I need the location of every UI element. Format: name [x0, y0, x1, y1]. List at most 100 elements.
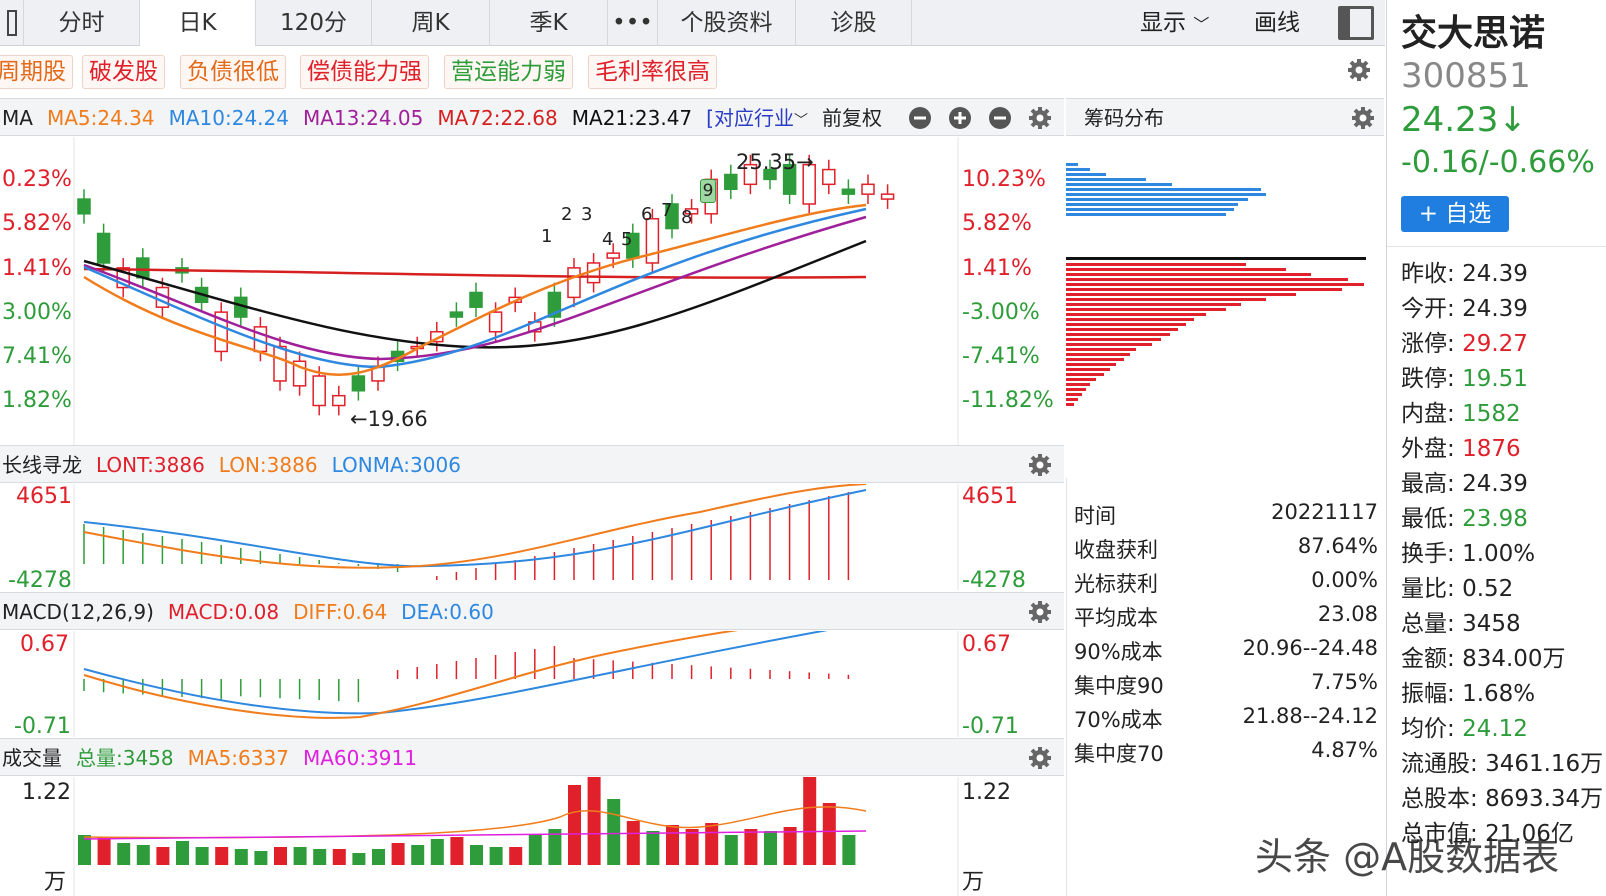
quote-value: 0.52	[1462, 576, 1514, 602]
quote-label: 涨停:	[1401, 331, 1463, 357]
candle-body	[77, 198, 91, 215]
adjust-dropdown[interactable]: 前复权	[822, 106, 882, 130]
high-price-label: 25.35→	[736, 150, 814, 174]
add-watchlist-button[interactable]: + 自选	[1401, 196, 1509, 232]
gear-icon[interactable]	[1028, 453, 1052, 477]
chip-stat-row: 集中度70 4.87%	[1074, 738, 1378, 766]
tag-below-ipo[interactable]: 破发股	[82, 55, 165, 89]
quote-label: 昨收:	[1401, 261, 1463, 287]
candle-body	[645, 217, 660, 264]
minus-circle-icon[interactable]	[908, 106, 932, 134]
candle-body	[567, 267, 581, 299]
sequence-label: 6	[641, 204, 653, 225]
stock-code: 300851	[1401, 56, 1531, 96]
quote-label: 今开:	[1401, 296, 1463, 322]
quote-row: 振幅: 1.68%	[1401, 674, 1535, 708]
candle-body	[488, 311, 503, 333]
lon-indicator-chart[interactable]	[0, 484, 1064, 590]
volume-bar	[822, 803, 836, 865]
tab-120min[interactable]: 120分	[256, 0, 372, 46]
volume-bar	[489, 847, 503, 865]
chip-distribution-chart	[1066, 163, 1366, 406]
tag-strong-solvency[interactable]: 偿债能力强	[300, 55, 429, 89]
volume-chart[interactable]	[0, 777, 1064, 896]
volume-bar	[313, 849, 327, 865]
candle-body	[724, 173, 738, 190]
display-label: 显示	[1140, 10, 1186, 36]
lon-axis-bottom: -4278	[962, 568, 1026, 593]
tab-quarterly-k[interactable]: 季K	[490, 0, 608, 46]
tag-low-debt[interactable]: 负债很低	[180, 55, 286, 89]
macd-chart[interactable]	[0, 631, 1064, 737]
tag-high-margin[interactable]: 毛利率很高	[588, 55, 717, 89]
gear-icon[interactable]	[1028, 600, 1052, 624]
chip-bar	[1066, 338, 1161, 341]
dea-line	[83, 631, 828, 715]
chip-bar	[1066, 373, 1104, 376]
lon-header: 长线寻龙 LONT:3886 LON:3886 LONMA:3006	[0, 445, 1064, 483]
chip-bar	[1066, 398, 1078, 401]
quote-value: 8693.34万	[1485, 786, 1604, 812]
chip-bar	[1066, 333, 1170, 336]
left-axis-tick: 3.00%	[2, 300, 72, 325]
quote-label: 量比:	[1401, 576, 1463, 602]
tab-daily-k[interactable]: 日K	[140, 0, 256, 46]
quote-row: 外盘: 1876	[1401, 429, 1521, 463]
sequence-label: 8	[681, 207, 693, 228]
chip-stat-row: 平均成本 23.08	[1074, 602, 1378, 630]
display-dropdown[interactable]: 显示 ﹀	[1140, 0, 1209, 46]
macd-value: MACD:0.08	[167, 600, 280, 624]
gear-icon[interactable]	[1351, 106, 1375, 130]
volume-bar	[430, 839, 444, 865]
quote-value: 24.39	[1462, 261, 1528, 287]
chip-bar	[1066, 303, 1241, 306]
tab-diagnosis[interactable]: 诊股	[796, 0, 912, 46]
tab-stock-profile[interactable]: 个股资料	[658, 0, 796, 46]
ma-label: MA	[2, 106, 33, 130]
tag-weak-operation[interactable]: 营运能力弱	[444, 55, 573, 89]
price-change: -0.16/-0.66%	[1401, 145, 1595, 180]
vol-ma5-value: MA5:6337	[187, 746, 289, 770]
volume-bar	[764, 831, 777, 865]
sidebar-toggle[interactable]	[0, 0, 24, 46]
volume-bar	[685, 829, 699, 865]
gear-icon[interactable]	[1028, 106, 1052, 130]
more-tabs-button[interactable]: •••	[608, 0, 658, 46]
volume-bar	[509, 847, 523, 865]
chip-bar	[1066, 278, 1348, 281]
quote-row: 总股本: 8693.34万	[1401, 779, 1603, 813]
quote-label: 总股本:	[1401, 786, 1486, 812]
volume-bar	[274, 847, 287, 865]
quote-value: 3461.16万	[1485, 751, 1604, 777]
industry-dropdown[interactable]: [对应行业	[706, 106, 794, 130]
tab-intraday[interactable]: 分时	[24, 0, 140, 46]
quote-label: 最低:	[1401, 506, 1463, 532]
chip-bar	[1066, 298, 1266, 301]
tag-cyclical[interactable]: 周期股	[0, 55, 73, 89]
left-axis-tick: 7.41%	[2, 344, 72, 369]
candle-body	[312, 375, 326, 407]
quote-row: 金额: 834.00万	[1401, 639, 1566, 673]
kline-chart[interactable]	[0, 137, 1064, 445]
right-axis-tick: -3.00%	[962, 300, 1040, 325]
quote-value: 3458	[1462, 611, 1521, 637]
panel-toggle-icon[interactable]	[1338, 6, 1374, 40]
gear-icon[interactable]	[1347, 58, 1371, 82]
plus-circle-icon[interactable]	[948, 106, 972, 134]
ma13-value: MA13:24.05	[302, 106, 424, 130]
volume-header: 成交量 总量:3458 MA5:6337 MA60:3911	[0, 738, 1064, 776]
quote-panel: 交大思诺 300851 24.23↓ -0.16/-0.66% + 自选 昨收:…	[1386, 0, 1606, 896]
tab-weekly-k[interactable]: 周K	[372, 0, 490, 46]
macd-axis-top: 0.67	[962, 632, 1011, 657]
close-circle-icon[interactable]	[988, 106, 1012, 134]
draw-line-button[interactable]: 画线	[1254, 0, 1300, 46]
lont-value: LONT:3886	[96, 453, 205, 477]
macd-axis-bottom: -0.71	[14, 714, 71, 739]
ma72-value: MA72:22.68	[437, 106, 558, 130]
volume-bar	[372, 849, 385, 865]
chip-bar	[1066, 363, 1116, 366]
chip-bar	[1066, 173, 1106, 176]
quote-row: 内盘: 1582	[1401, 394, 1521, 428]
quote-row: 量比: 0.52	[1401, 569, 1513, 603]
gear-icon[interactable]	[1028, 746, 1052, 770]
